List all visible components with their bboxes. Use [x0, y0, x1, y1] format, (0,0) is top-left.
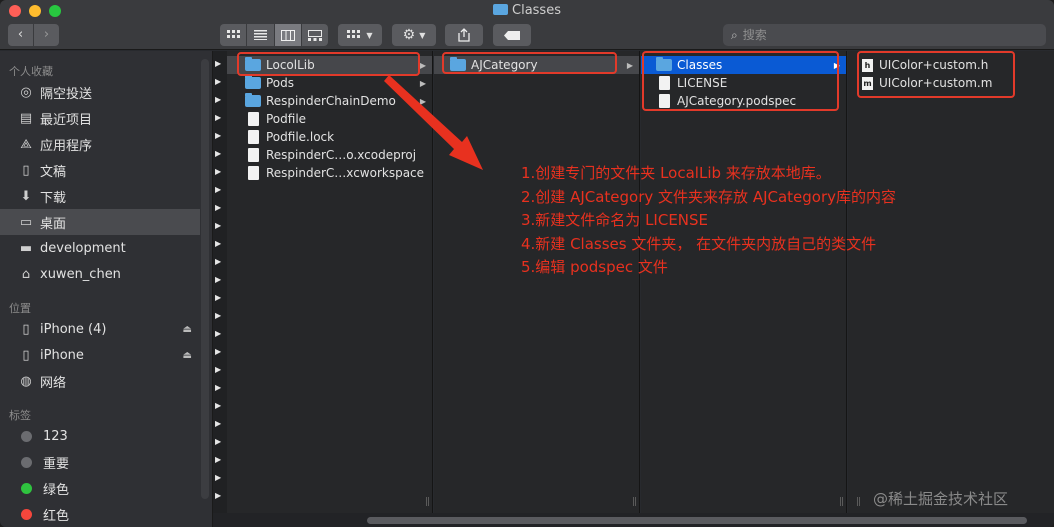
annotation-line: 2.创建 AJCategory 文件夹来存放 AJCategory库的内容 — [521, 187, 897, 206]
red-arrow-icon — [384, 75, 483, 170]
annotation-line: 4.新建 Classes 文件夹， 在文件夹内放自己的类文件 — [521, 234, 877, 253]
annotation-text: 1.创建专门的文件夹 LocalLib 来存放本地库。 2.创建 AJCateg… — [521, 162, 991, 280]
finder-window: Classes ‹ › ▼ ⚙ ▼ ⌕ 搜索 个人收藏 ◎ 隔空投送 ▤ 最近项… — [0, 0, 1054, 527]
annotation-line: 1.创建专门的文件夹 LocalLib 来存放本地库。 — [521, 164, 831, 182]
annotation-line: 5.编辑 podspec 文件 — [521, 258, 668, 276]
annotation-line: 3.新建文件命名为 LICENSE — [521, 211, 709, 229]
watermark: @稀土掘金技术社区 — [873, 490, 1009, 508]
